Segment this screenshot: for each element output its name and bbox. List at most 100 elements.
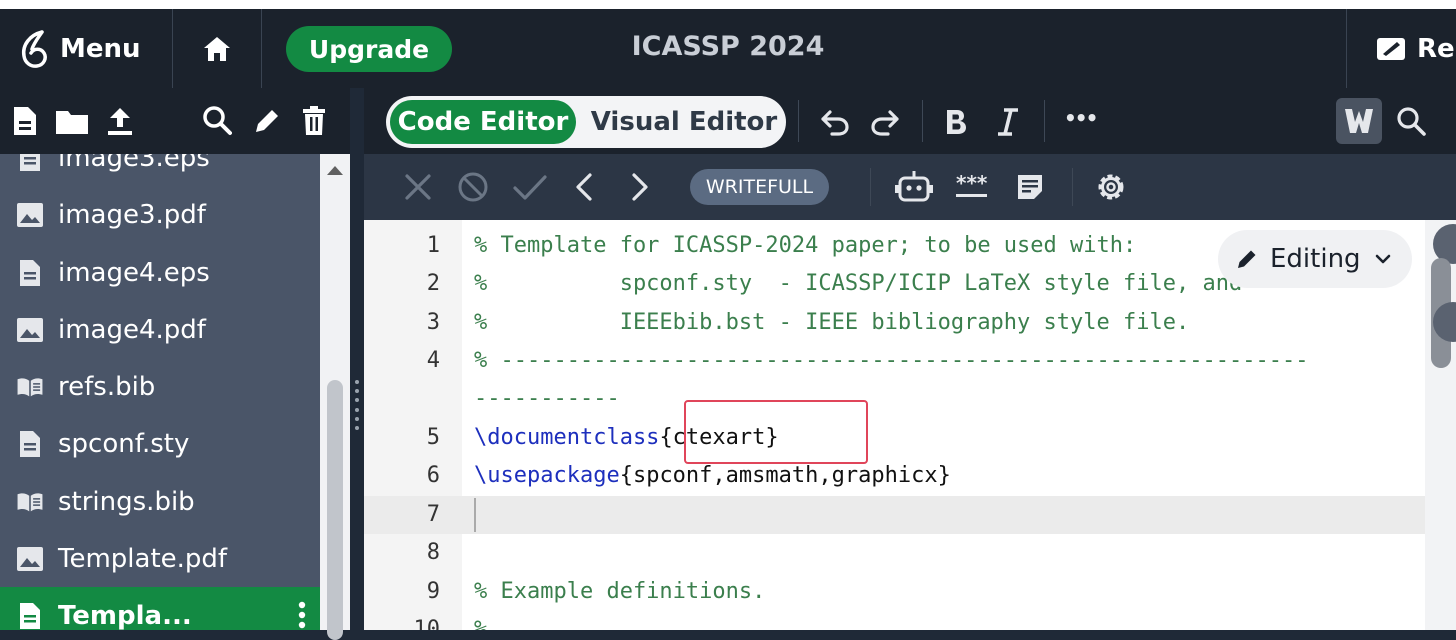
file-name: image3.pdf — [58, 199, 206, 230]
code-line[interactable]: 6 \usepackage{spconf,amsmath,graphicx} — [364, 457, 1425, 495]
reject-suggestion-icon[interactable] — [404, 173, 432, 201]
line-number: 5 — [426, 425, 440, 450]
toolbar-divider — [1072, 168, 1073, 206]
line-text: % IEEEbib.bst - IEEE bibliography style … — [474, 310, 1190, 335]
home-icon — [203, 36, 230, 61]
scroll-up-arrow-icon[interactable] — [327, 166, 343, 175]
more-options-icon[interactable]: ••• — [1064, 106, 1098, 130]
line-number: 1 — [426, 233, 440, 258]
image-icon — [17, 546, 43, 571]
line-text: % spconf.sty - ICASSP/ICIP LaTeX style f… — [474, 271, 1243, 296]
code-line[interactable]: 8 — [364, 534, 1425, 572]
upload-icon[interactable] — [105, 105, 135, 137]
line-number: 3 — [426, 310, 440, 335]
notes-icon[interactable] — [1016, 173, 1044, 201]
code-line[interactable]: 4 % ------------------------------------… — [364, 342, 1425, 380]
redo-icon[interactable] — [870, 108, 900, 136]
code-line-active[interactable]: 7 — [364, 496, 1425, 534]
toolbar-divider — [922, 100, 923, 142]
overleaf-logo-icon — [21, 29, 47, 68]
visual-editor-tab[interactable]: Visual Editor — [586, 100, 782, 144]
image-icon — [17, 202, 43, 227]
file-name: spconf.sty — [58, 428, 190, 459]
undo-icon[interactable] — [820, 108, 850, 136]
line-number: 2 — [426, 271, 440, 296]
file-name: strings.bib — [58, 486, 195, 517]
file-item-strings-bib[interactable]: strings.bib — [0, 473, 320, 530]
code-editor[interactable]: 1 % Template for ICASSP-2024 paper; to b… — [364, 220, 1456, 630]
next-suggestion-icon[interactable] — [630, 172, 650, 202]
file-item-refs-bib[interactable]: refs.bib — [0, 358, 320, 415]
code-line[interactable]: 9 % Example definitions. — [364, 573, 1425, 611]
italic-icon[interactable] — [996, 108, 1020, 136]
menu-button[interactable]: Menu — [0, 9, 173, 88]
line-text: % Example definitions. — [474, 579, 766, 604]
new-file-icon[interactable] — [12, 105, 38, 137]
pencil-icon — [1238, 250, 1256, 268]
latex-argument: {spconf,amsmath,graphicx} — [619, 463, 951, 488]
line-number: 6 — [426, 463, 440, 488]
document-icon — [20, 430, 40, 457]
text-cursor — [474, 498, 476, 532]
file-tree-scrollbar[interactable] — [320, 154, 350, 640]
ignore-suggestion-icon[interactable] — [457, 171, 489, 203]
menu-label: Menu — [60, 33, 141, 64]
top-bar: Menu Upgrade ICASSP 2024 Re — [0, 9, 1456, 88]
editor-scrollbar[interactable] — [1425, 220, 1456, 630]
file-item-image4-eps[interactable]: image4.eps — [0, 244, 320, 301]
file-options-icon[interactable] — [298, 601, 306, 629]
writefull-toolbar: WRITEFULL *** — [364, 154, 1456, 220]
bold-icon[interactable] — [944, 108, 968, 136]
code-line[interactable]: 10 % — [364, 611, 1425, 630]
line-text: \usepackage{spconf,amsmath,graphicx} — [474, 463, 951, 488]
previous-suggestion-icon[interactable] — [574, 172, 594, 202]
ai-assist-robot-icon[interactable] — [894, 170, 934, 204]
image-icon — [17, 317, 43, 342]
file-item-image3-eps[interactable]: image3.eps — [0, 154, 320, 186]
document-icon — [20, 602, 40, 629]
editor-mode-toggle: Code Editor Visual Editor — [386, 96, 786, 148]
line-number: 7 — [426, 502, 440, 527]
file-item-image3-pdf[interactable]: image3.pdf — [0, 186, 320, 243]
file-name: image3.eps — [58, 154, 210, 173]
home-button[interactable] — [172, 9, 262, 88]
editor-toolbar: Code Editor Visual Editor ••• — [364, 88, 1456, 154]
code-editor-tab[interactable]: Code Editor — [390, 100, 576, 144]
settings-gear-icon[interactable] — [1094, 170, 1128, 204]
file-item-template-tex-active[interactable]: Templa... — [0, 587, 320, 630]
file-item-image4-pdf[interactable]: image4.pdf — [0, 301, 320, 358]
window-top-edge — [0, 0, 1456, 9]
accept-suggestion-icon[interactable] — [512, 173, 548, 201]
rename-pencil-icon[interactable] — [251, 105, 281, 137]
search-icon[interactable] — [202, 105, 232, 137]
file-item-spconf-sty[interactable]: spconf.sty — [0, 415, 320, 472]
editing-mode-dropdown[interactable]: Editing — [1218, 230, 1412, 288]
toolbar-divider — [1044, 100, 1045, 142]
upgrade-button[interactable]: Upgrade — [286, 26, 452, 72]
code-line[interactable]: 5 \documentclass{ctexart} — [364, 419, 1425, 457]
search-icon[interactable] — [1396, 106, 1426, 138]
document-icon — [20, 259, 40, 286]
panel-resize-handle[interactable] — [350, 380, 364, 430]
review-button[interactable]: Re — [1346, 9, 1456, 88]
code-line[interactable]: 3 % IEEEbib.bst - IEEE bibliography styl… — [364, 304, 1425, 342]
delete-icon[interactable] — [300, 105, 328, 137]
new-folder-icon[interactable] — [55, 107, 89, 135]
editing-mode-label: Editing — [1270, 244, 1361, 274]
file-tree-toolbar — [0, 88, 350, 154]
toolbar-divider — [870, 168, 871, 206]
code-line-wrapped[interactable]: ----------- — [364, 380, 1425, 418]
line-number: 4 — [426, 348, 440, 373]
file-item-template-pdf[interactable]: Template.pdf — [0, 530, 320, 587]
file-name: Templa... — [58, 600, 192, 631]
scrollbar-thumb[interactable] — [327, 380, 343, 640]
writefull-button[interactable]: WRITEFULL — [690, 169, 829, 205]
line-text: ----------- — [474, 386, 620, 411]
writefull-toggle-button[interactable] — [1336, 98, 1382, 144]
chevron-down-icon — [1375, 254, 1390, 264]
line-number: 9 — [426, 579, 440, 604]
paraphrase-icon[interactable]: *** — [956, 173, 988, 197]
line-number: 8 — [426, 540, 440, 565]
file-tree: image3.eps image3.pdf image4.eps image4.… — [0, 154, 320, 630]
latex-command: \usepackage — [474, 463, 620, 488]
